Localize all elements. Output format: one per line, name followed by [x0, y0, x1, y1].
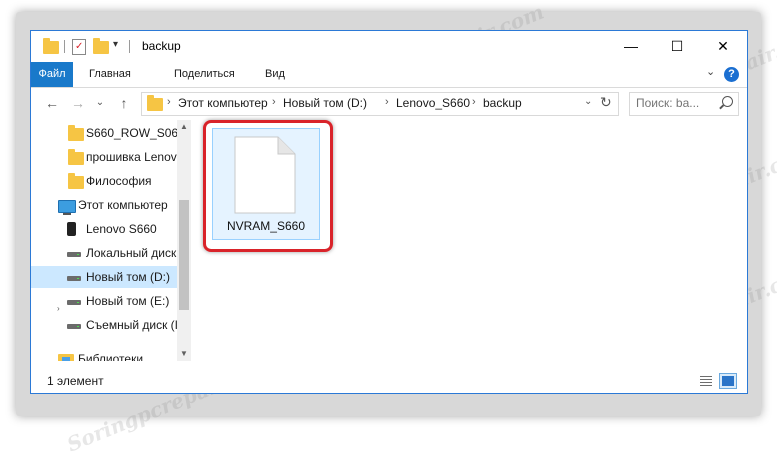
details-view-icon [700, 376, 712, 386]
nav-item-drive-e[interactable]: › Новый том (E:) [31, 290, 177, 312]
search-icon[interactable] [722, 96, 733, 107]
scroll-down-button[interactable]: ▼ [177, 347, 191, 361]
breadcrumb-lenovo-s660[interactable]: Lenovo_S660 [396, 96, 470, 110]
nav-item-philosophy[interactable]: Философия [31, 170, 177, 192]
forward-button[interactable]: → [69, 94, 87, 112]
refresh-button[interactable]: ↻ [600, 94, 612, 111]
folder-icon [68, 149, 84, 165]
tab-view[interactable]: Вид [265, 62, 285, 87]
item-count: 1 элемент [47, 374, 104, 388]
search-box[interactable] [629, 92, 739, 116]
drive-icon [67, 276, 81, 281]
nav-item-s660-row[interactable]: S660_ROW_S062_ [31, 122, 177, 144]
new-folder-icon[interactable] [93, 38, 109, 54]
up-button[interactable]: ↑ [115, 94, 133, 112]
scroll-thumb[interactable] [179, 200, 189, 310]
large-icons-view-button[interactable] [719, 373, 737, 389]
maximize-button[interactable]: ☐ [654, 31, 700, 62]
address-dropdown-button[interactable]: ⌄ [584, 96, 592, 107]
nav-item-this-pc[interactable]: Этот компьютер [31, 194, 177, 216]
folder-icon [68, 173, 84, 189]
navigation-pane: S660_ROW_S062_ прошивка Lenovo Философия… [31, 120, 191, 361]
nav-item-label: Новый том (D:) [86, 270, 170, 284]
library-icon [58, 354, 74, 361]
scroll-up-button[interactable]: ▲ [177, 120, 191, 134]
blank-file-icon [234, 136, 296, 214]
folder-icon [68, 125, 84, 141]
toolbar-separator [129, 40, 130, 53]
file-list: NVRAM_S660 [192, 120, 747, 361]
file-item[interactable]: NVRAM_S660 [212, 128, 320, 240]
nav-item-firmware-lenovo[interactable]: прошивка Lenovo [31, 146, 177, 168]
drive-icon [67, 300, 81, 305]
nav-item-label: Съемный диск (I [86, 318, 177, 332]
help-icon[interactable]: ? [724, 67, 739, 82]
address-bar[interactable]: › Этот компьютер › Новый том (D:) › Leno… [141, 92, 619, 116]
minimize-button[interactable]: — [608, 31, 654, 62]
nav-item-label: Философия [86, 174, 152, 188]
drive-icon [67, 252, 81, 257]
folder-icon [43, 38, 59, 54]
nav-item-label: Локальный диск [86, 246, 177, 260]
tab-share[interactable]: Поделиться [174, 62, 235, 87]
nav-item-label: Библиотеки [78, 352, 144, 361]
ribbon: Файл Главная Поделиться Вид ⌄ ? [31, 62, 747, 88]
breadcrumb-this-pc[interactable]: Этот компьютер [178, 96, 268, 110]
window-title: backup [142, 39, 181, 53]
breadcrumb-drive-d[interactable]: Новый том (D:) [283, 96, 367, 110]
nav-item-lenovo-s660[interactable]: Lenovo S660 [31, 218, 177, 240]
phone-icon [67, 222, 76, 236]
nav-item-removable-disk[interactable]: Съемный диск (I [31, 314, 177, 336]
chevron-right-icon[interactable]: › [57, 298, 60, 312]
tab-file[interactable]: Файл [31, 62, 73, 87]
explorer-window: ✓ ▾ backup — ☐ ✕ Файл Главная Поделиться… [30, 30, 748, 394]
nav-item-libraries[interactable]: Библиотеки [31, 348, 177, 361]
nav-item-label: Новый том (E:) [86, 294, 170, 308]
title-bar: ✓ ▾ backup — ☐ ✕ [31, 31, 747, 62]
toolbar-separator [64, 40, 65, 53]
computer-icon [58, 200, 76, 215]
nav-item-local-disk[interactable]: Локальный диск [31, 242, 177, 264]
details-view-button[interactable] [697, 373, 715, 389]
tab-home[interactable]: Главная [89, 62, 131, 87]
recent-locations-button[interactable]: ⌄ [91, 94, 109, 112]
nav-item-drive-d[interactable]: Новый том (D:) [31, 266, 177, 288]
customize-toolbar-icon[interactable]: ▾ [113, 39, 118, 56]
breadcrumb-separator: › [272, 96, 276, 108]
nav-item-label: прошивка Lenovo [86, 150, 177, 164]
properties-icon[interactable]: ✓ [72, 39, 86, 55]
drive-icon [67, 324, 81, 329]
breadcrumb-separator: › [472, 96, 476, 108]
nav-item-label: Lenovo S660 [86, 222, 157, 236]
search-input[interactable] [636, 96, 716, 110]
nav-scrollbar[interactable]: ▲ ▼ [177, 120, 191, 361]
file-name: NVRAM_S660 [226, 219, 306, 233]
breadcrumb-separator: › [167, 96, 171, 108]
back-button[interactable]: ← [43, 94, 61, 112]
folder-icon [147, 95, 163, 111]
breadcrumb-separator: › [385, 96, 389, 108]
address-row: ← → ⌄ ↑ › Этот компьютер › Новый том (D:… [31, 88, 747, 119]
nav-item-label: S660_ROW_S062_ [86, 126, 177, 140]
large-icons-view-icon [722, 376, 734, 386]
close-button[interactable]: ✕ [700, 31, 746, 62]
nav-item-label: Этот компьютер [78, 198, 168, 212]
expand-ribbon-button[interactable]: ⌄ [706, 65, 715, 78]
status-bar: 1 элемент [31, 369, 747, 393]
checkmark-icon: ✓ [75, 41, 84, 52]
breadcrumb-backup[interactable]: backup [483, 96, 522, 110]
